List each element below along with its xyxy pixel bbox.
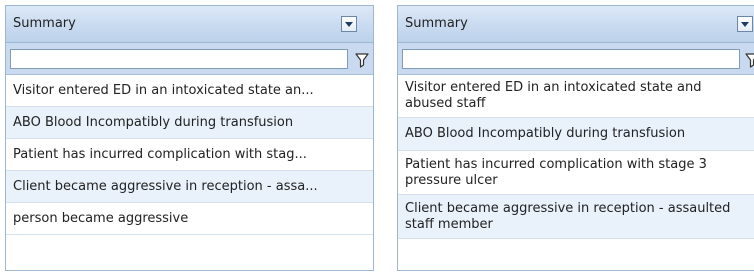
column-header-title: Summary: [405, 16, 468, 31]
filter-row: [6, 43, 373, 75]
column-header-title: Summary: [13, 16, 76, 31]
column-header[interactable]: Summary: [6, 6, 373, 43]
filter-input[interactable]: [402, 49, 740, 69]
filter-icon[interactable]: [745, 52, 754, 68]
table-row[interactable]: Visitor entered ED in an intoxicated sta…: [398, 75, 754, 118]
filter-row: [398, 43, 754, 75]
table-row[interactable]: Patient has incurred complication with s…: [6, 139, 373, 171]
summary-column-wrapped: Summary Visitor entered ED in an intoxic…: [397, 5, 754, 271]
table-cell-text: Patient has incurred complication with s…: [405, 156, 707, 188]
table-row[interactable]: ABO Blood Incompatibly during transfusio…: [6, 107, 373, 139]
table-row[interactable]: Visitor entered ED in an intoxicated sta…: [6, 75, 373, 107]
chevron-down-icon[interactable]: [341, 16, 357, 32]
table-row[interactable]: ABO Blood Incompatibly during transfusio…: [398, 118, 754, 151]
summary-column-truncated: Summary Visitor entered ED in an intoxic…: [5, 5, 374, 271]
grid-rows: Visitor entered ED in an intoxicated sta…: [398, 75, 754, 239]
table-cell-text: ABO Blood Incompatibly during transfusio…: [405, 126, 686, 141]
filter-icon[interactable]: [355, 52, 369, 68]
table-row[interactable]: person became aggressive: [6, 203, 373, 235]
chevron-down-icon[interactable]: [737, 16, 753, 32]
table-row[interactable]: Client became aggressive in reception - …: [398, 195, 754, 239]
table-cell-text: Client became aggressive in reception - …: [405, 200, 731, 232]
grid-rows: Visitor entered ED in an intoxicated sta…: [6, 75, 373, 235]
table-row[interactable]: Patient has incurred complication with s…: [398, 151, 754, 195]
column-header[interactable]: Summary: [398, 6, 754, 43]
screenshot-stage: Summary Visitor entered ED in an intoxic…: [0, 0, 754, 275]
table-cell-text: Visitor entered ED in an intoxicated sta…: [405, 80, 702, 111]
table-row[interactable]: Client became aggressive in reception - …: [6, 171, 373, 203]
filter-input[interactable]: [10, 49, 348, 69]
